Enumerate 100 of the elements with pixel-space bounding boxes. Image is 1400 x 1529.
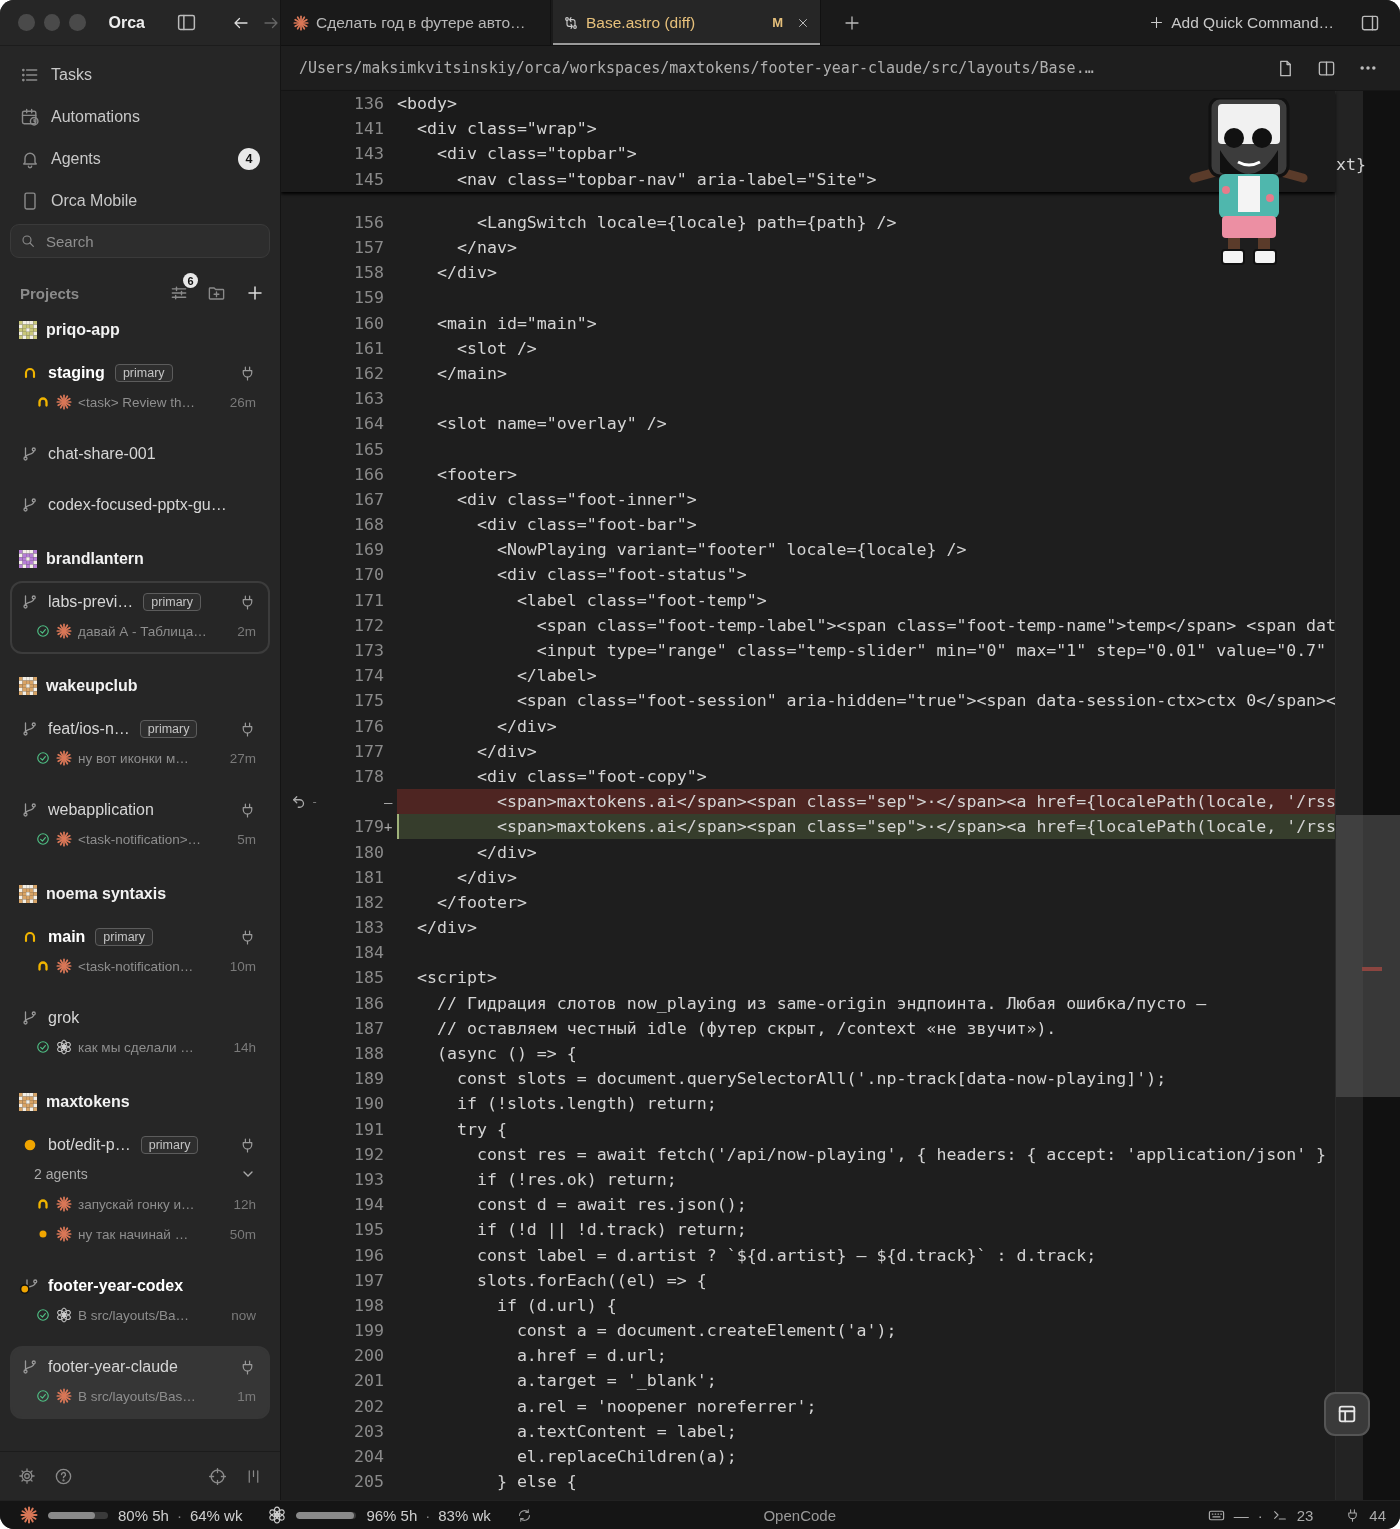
worktree-name[interactable]: main	[48, 928, 86, 946]
line-number: 168	[353, 515, 384, 535]
line-number: 200	[353, 1346, 384, 1366]
agent-task-text: как мы сделали …	[78, 1039, 195, 1055]
timestamp: 1m	[237, 1388, 256, 1404]
worktree-name[interactable]: grok	[48, 1009, 80, 1027]
worktree-name[interactable]: chat-share-001	[48, 445, 156, 463]
nav-item[interactable]: Tasks	[10, 54, 270, 96]
modified-label: M	[772, 15, 783, 30]
code-line: const a = document.createElement('a');	[515, 1321, 897, 1341]
code-line: <span class="foot-temp-label"><span class="foot-temp-name">temp</span> <span dat	[535, 615, 1337, 635]
line-number: 199	[353, 1321, 384, 1341]
line-number: 162	[353, 363, 384, 383]
calendar-clock-icon	[20, 107, 40, 127]
project-name[interactable]: noema syntaxis	[46, 885, 167, 903]
scrollbar-thumb[interactable]	[1336, 815, 1400, 1097]
search-field[interactable]: Search	[10, 224, 270, 258]
add-quick-command-button[interactable]: Add Quick Command…	[1149, 0, 1334, 45]
layout-icon	[1336, 1403, 1358, 1425]
code-line: </div>	[475, 842, 537, 862]
branch-badge: primary	[140, 1136, 199, 1154]
worktree-name[interactable]: bot/edit-p…	[48, 1136, 131, 1154]
terminal-count[interactable]: 23	[1296, 1506, 1314, 1524]
code-line: if (!res.ok) return;	[475, 1169, 677, 1189]
line-number: 193	[353, 1169, 384, 1189]
code-line: </main>	[435, 363, 507, 383]
code-line: <div class="foot-status">	[495, 565, 747, 585]
project-name[interactable]: brandlantern	[46, 550, 144, 568]
branch-badge: primary	[139, 720, 198, 738]
code-line: <span>maxtokens.ai</span><span class="sep">·</span><a href={localePath(locale, '/rss	[495, 817, 1337, 837]
worktree-card[interactable]: footer-year-claude В src/layouts/Bas… 1m	[10, 1346, 270, 1419]
nav-item[interactable]: Agents 4	[10, 138, 270, 180]
refresh-icon[interactable]	[516, 1507, 532, 1523]
code-line: </nav>	[455, 238, 517, 258]
project-name[interactable]: priqo-app	[46, 321, 120, 339]
sidebar-toggle-icon[interactable]	[176, 12, 197, 33]
timestamp: 14h	[233, 1039, 256, 1055]
editor-tab[interactable]: Сделать год в футере авто…	[283, 0, 551, 45]
starburst-icon	[56, 1196, 72, 1212]
code-line: </div>	[415, 918, 477, 938]
worktree-name[interactable]: footer-year-claude	[48, 1358, 178, 1376]
starburst-icon	[56, 750, 72, 766]
worktree-name[interactable]: codex-focused-pptx-gu…	[48, 496, 227, 514]
code-line: <span class="foot-session" aria-hidden="true"><span data-session-ctx>ctx 0</span><	[515, 691, 1337, 711]
code-line: <body>	[397, 94, 457, 114]
nav-item[interactable]: Orca Mobile	[10, 180, 270, 222]
swirl-icon	[56, 1307, 72, 1323]
help-icon[interactable]	[54, 1466, 73, 1486]
line-number: 196	[353, 1245, 384, 1265]
code-line: </div>	[435, 263, 497, 283]
line-number: 172	[353, 615, 384, 635]
code-line: const d = await res.json();	[475, 1195, 747, 1215]
line-number: 169	[353, 540, 384, 560]
usage-text: 96% 5h	[366, 1506, 418, 1524]
line-number: 174	[353, 666, 384, 686]
agent-task-text: В src/layouts/Bas…	[78, 1388, 197, 1404]
line-number: 188	[353, 1044, 384, 1064]
code-line: </footer>	[435, 892, 527, 912]
agent-task-text: <task> Review th…	[78, 394, 197, 410]
code-line: </label>	[515, 666, 597, 686]
timestamp: 50m	[229, 1226, 256, 1242]
layout-button[interactable]	[1324, 1392, 1370, 1436]
line-number: 191	[353, 1119, 384, 1139]
project-name[interactable]: maxtokens	[46, 1093, 130, 1111]
editor-tab[interactable]: Base.astro (diff) M	[553, 0, 821, 45]
usage-text: 80% 5h	[118, 1506, 169, 1524]
count-badge: 4	[238, 148, 260, 170]
diff-sign: —	[384, 793, 394, 810]
worktree-card[interactable]: labs-previ… primary давай А - Таблица… 2m	[10, 581, 270, 654]
code-line: // Гидрация слотов now_playing из same-origin эндпоинта. Любая ошибка/пусто —	[435, 993, 1207, 1013]
line-number: 197	[353, 1270, 384, 1290]
line-number: 204	[353, 1447, 384, 1467]
crosshair-icon[interactable]	[208, 1466, 227, 1486]
worktree-name[interactable]: labs-previ…	[48, 593, 134, 611]
timestamp: 2m	[237, 623, 256, 639]
split-view-icon[interactable]	[1317, 58, 1336, 78]
line-number: 183	[353, 918, 384, 938]
usage-text: 83% wk	[438, 1506, 491, 1524]
worktree-name[interactable]: feat/ios-n…	[48, 720, 130, 738]
code-line: a.textContent = label;	[515, 1421, 737, 1441]
worktree-name[interactable]: footer-year-codex	[48, 1277, 184, 1295]
worktree-name[interactable]: webapplication	[48, 801, 154, 819]
agents-summary[interactable]: 2 agents	[30, 1159, 256, 1189]
settings-icon[interactable]	[18, 1467, 36, 1485]
code-line: <div class="wrap">	[415, 119, 597, 139]
agent-task-text: запускай гонку и…	[78, 1196, 196, 1212]
line-number: 184	[353, 943, 384, 963]
line-number: 192	[353, 1144, 384, 1164]
line-number: 145	[353, 169, 384, 189]
nav-item[interactable]: Automations	[10, 96, 270, 138]
line-number: 194	[353, 1195, 384, 1215]
add-icon[interactable]	[246, 284, 264, 302]
project-name[interactable]: wakeupclub	[46, 677, 138, 695]
line-number: 195	[353, 1220, 384, 1240]
agent-task-text: <task-notification>…	[78, 831, 203, 847]
port-count[interactable]: 44	[1369, 1506, 1386, 1524]
count-badge: 6	[183, 273, 198, 288]
line-number: 180	[353, 842, 384, 862]
worktree-name[interactable]: staging	[48, 364, 105, 382]
line-number: 164	[353, 414, 384, 434]
